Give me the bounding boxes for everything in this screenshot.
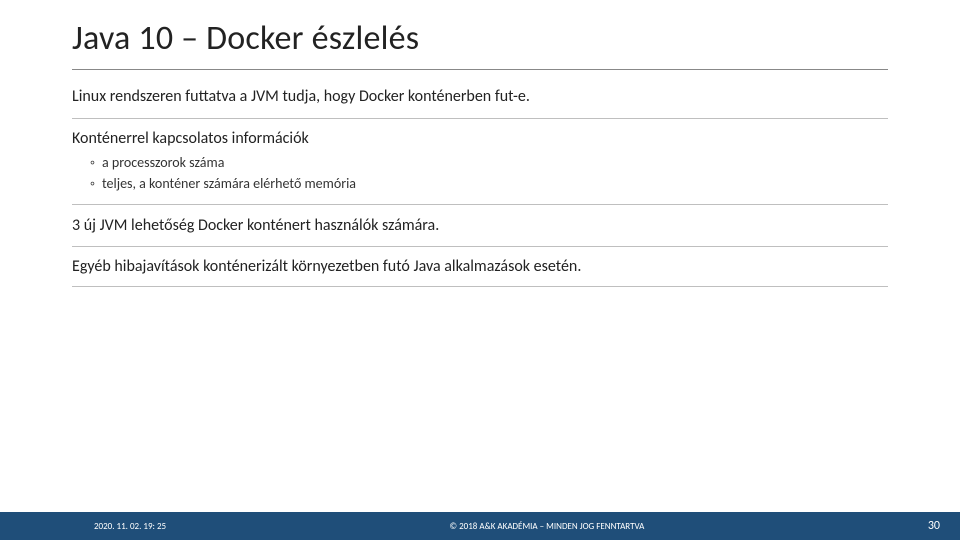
- slide: Java 10 – Docker észlelés Linux rendszer…: [0, 0, 960, 540]
- paragraph-2-block: Konténerrel kapcsolatos információk a pr…: [72, 129, 888, 205]
- list-item: teljes, a konténer számára elérhető memó…: [90, 173, 888, 194]
- paragraph-1: Linux rendszeren futtatva a JVM tudja, h…: [72, 86, 888, 119]
- paragraph-3: 3 új JVM lehetőség Docker konténert hasz…: [72, 215, 888, 248]
- list-item: a processzorok száma: [90, 152, 888, 173]
- footer-copyright: © 2018 A&K AKADÉMIA – MINDEN JOG FENNTAR…: [166, 521, 928, 532]
- slide-content: Java 10 – Docker észlelés Linux rendszer…: [0, 0, 960, 540]
- slide-title: Java 10 – Docker észlelés: [72, 18, 888, 70]
- footer-page-number: 30: [928, 519, 946, 533]
- footer-timestamp: 2020. 11. 02. 19: 25: [14, 521, 166, 532]
- footer-bar: 2020. 11. 02. 19: 25 © 2018 A&K AKADÉMIA…: [0, 512, 960, 540]
- paragraph-2-heading: Konténerrel kapcsolatos információk: [72, 129, 888, 148]
- paragraph-4: Egyéb hibajavítások konténerizált környe…: [72, 257, 888, 287]
- bullet-list: a processzorok száma teljes, a konténer …: [72, 152, 888, 194]
